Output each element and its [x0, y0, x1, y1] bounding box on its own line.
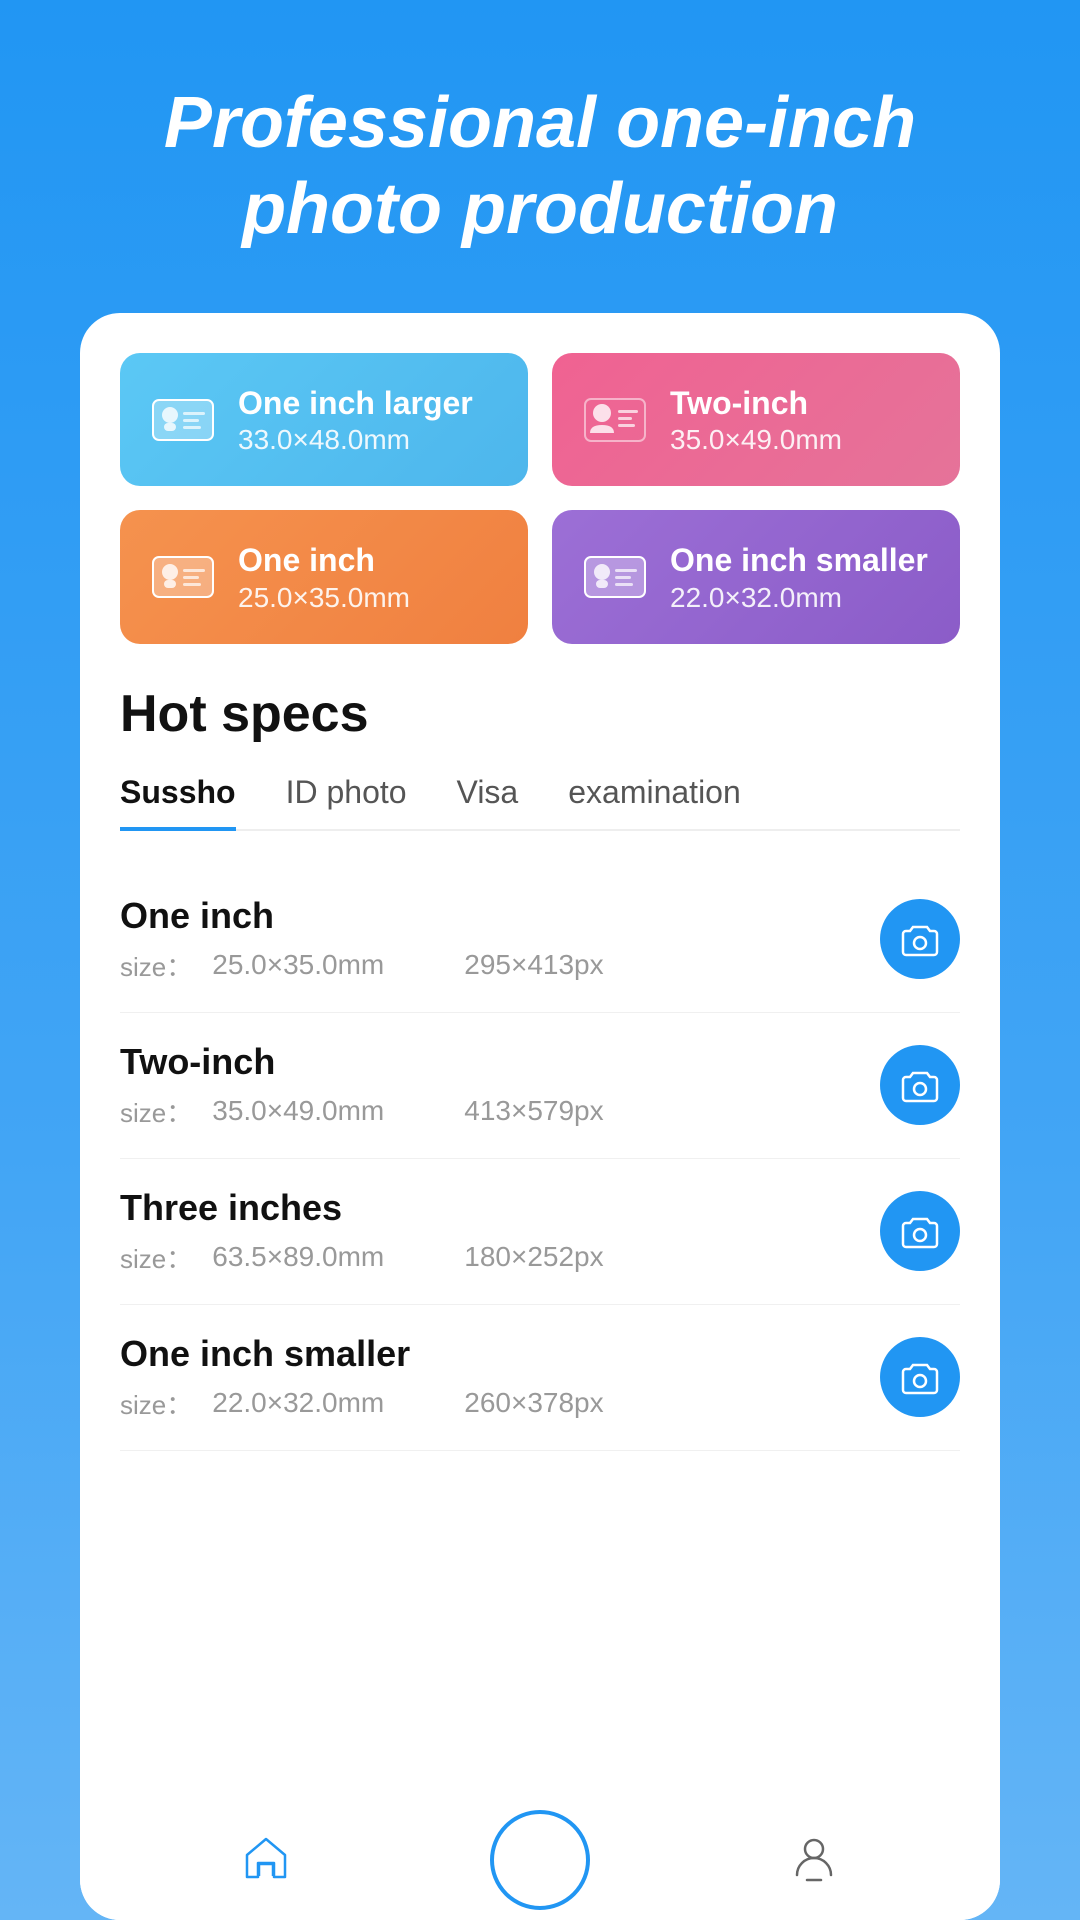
- spec-item-content: One inch size： 25.0×35.0mm 295×413px: [120, 895, 880, 984]
- tab-visa[interactable]: Visa: [457, 774, 519, 831]
- spec-details: size： 63.5×89.0mm 180×252px: [120, 1239, 880, 1276]
- photo-card-name: One inch smaller: [670, 540, 928, 582]
- spec-item-content: Two-inch size： 35.0×49.0mm 413×579px: [120, 1041, 880, 1130]
- camera-button-3[interactable]: [880, 1191, 960, 1271]
- spec-label: size：: [120, 947, 192, 984]
- photo-card-text-two-inch: Two-inch 35.0×49.0mm: [670, 383, 842, 457]
- header-title: Professional one-inch photo production: [0, 80, 1080, 253]
- spec-details: size： 25.0×35.0mm 295×413px: [120, 947, 880, 984]
- home-nav-item[interactable]: [239, 1831, 293, 1890]
- spec-item-one-inch-smaller: One inch smaller size： 22.0×32.0mm 260×3…: [120, 1305, 960, 1451]
- spec-name: One inch smaller: [120, 1333, 880, 1375]
- spec-item-three-inches: Three inches size： 63.5×89.0mm 180×252px: [120, 1159, 960, 1305]
- spec-name: Two-inch: [120, 1041, 880, 1083]
- spec-label: size：: [120, 1093, 192, 1130]
- photo-card-text-one-inch: One inch 25.0×35.0mm: [238, 540, 410, 614]
- hot-specs-title: Hot specs: [120, 684, 960, 744]
- spec-item-two-inch: Two-inch size： 35.0×49.0mm 413×579px: [120, 1013, 960, 1159]
- spec-name: Three inches: [120, 1187, 880, 1229]
- bottom-nav: [80, 1800, 1000, 1920]
- photo-card-one-inch[interactable]: One inch 25.0×35.0mm: [120, 510, 528, 644]
- photo-card-two-inch[interactable]: Two-inch 35.0×49.0mm: [552, 353, 960, 487]
- camera-button-2[interactable]: [880, 1045, 960, 1125]
- spec-item-content: Three inches size： 63.5×89.0mm 180×252px: [120, 1187, 880, 1276]
- photo-card-size: 33.0×48.0mm: [238, 424, 473, 456]
- id-card-icon-orange: [148, 542, 218, 612]
- tabs-bar: Sussho ID photo Visa examination: [120, 774, 960, 831]
- photo-card-size: 25.0×35.0mm: [238, 582, 410, 614]
- photo-card-text-one-inch-larger: One inch larger 33.0×48.0mm: [238, 383, 473, 457]
- spec-name: One inch: [120, 895, 880, 937]
- spec-px: 295×413px: [464, 949, 603, 981]
- spec-px: 180×252px: [464, 1241, 603, 1273]
- photo-card-name: One inch larger: [238, 383, 473, 425]
- photo-card-name: Two-inch: [670, 383, 842, 425]
- spec-label: size：: [120, 1385, 192, 1422]
- photo-card-size: 35.0×49.0mm: [670, 424, 842, 456]
- id-card-icon-purple: [580, 542, 650, 612]
- tab-examination[interactable]: examination: [568, 774, 741, 831]
- photo-card-one-inch-larger[interactable]: One inch larger 33.0×48.0mm: [120, 353, 528, 487]
- photo-card-name: One inch: [238, 540, 410, 582]
- photo-card-size: 22.0×32.0mm: [670, 582, 928, 614]
- id-card-icon-pink: [580, 385, 650, 455]
- camera-button-1[interactable]: [880, 899, 960, 979]
- spec-mm: 22.0×32.0mm: [212, 1387, 384, 1419]
- spec-mm: 35.0×49.0mm: [212, 1095, 384, 1127]
- spec-details: size： 35.0×49.0mm 413×579px: [120, 1093, 880, 1130]
- main-card: One inch larger 33.0×48.0mm Two-inch 35.…: [80, 313, 1000, 1920]
- photo-grid: One inch larger 33.0×48.0mm Two-inch 35.…: [120, 353, 960, 644]
- profile-nav-item[interactable]: [787, 1831, 841, 1890]
- id-card-icon-blue: [148, 385, 218, 455]
- spec-details: size： 22.0×32.0mm 260×378px: [120, 1385, 880, 1422]
- spec-px: 413×579px: [464, 1095, 603, 1127]
- photo-card-one-inch-smaller[interactable]: One inch smaller 22.0×32.0mm: [552, 510, 960, 644]
- spec-label: size：: [120, 1239, 192, 1276]
- tab-id-photo[interactable]: ID photo: [286, 774, 407, 831]
- spec-item-content: One inch smaller size： 22.0×32.0mm 260×3…: [120, 1333, 880, 1422]
- spec-list: One inch size： 25.0×35.0mm 295×413px Two…: [120, 867, 960, 1451]
- center-nav-button[interactable]: [490, 1810, 590, 1910]
- spec-px: 260×378px: [464, 1387, 603, 1419]
- tab-sussho[interactable]: Sussho: [120, 774, 236, 831]
- camera-button-4[interactable]: [880, 1337, 960, 1417]
- spec-mm: 25.0×35.0mm: [212, 949, 384, 981]
- photo-card-text-one-inch-smaller: One inch smaller 22.0×32.0mm: [670, 540, 928, 614]
- spec-item-one-inch: One inch size： 25.0×35.0mm 295×413px: [120, 867, 960, 1013]
- spec-mm: 63.5×89.0mm: [212, 1241, 384, 1273]
